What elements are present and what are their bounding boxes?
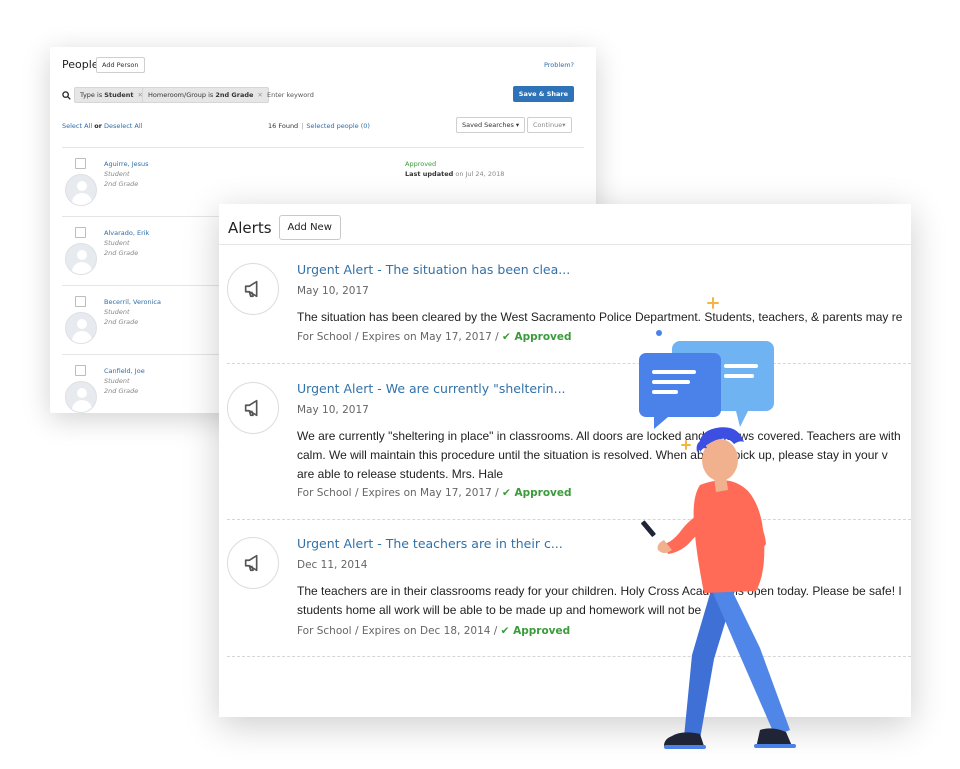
alert-headline[interactable]: Urgent Alert - We are currently "shelter… <box>297 381 566 396</box>
filter-field: Homeroom/Group <box>148 91 206 99</box>
row-checkbox[interactable] <box>75 227 86 238</box>
people-title: People <box>62 58 99 71</box>
megaphone-icon <box>227 537 279 589</box>
filter-value: 2nd Grade <box>215 91 254 99</box>
person-grade: 2nd Grade <box>104 387 139 395</box>
person-grade: 2nd Grade <box>104 180 139 188</box>
row-checkbox[interactable] <box>75 365 86 376</box>
approved-status: ✔ Approved <box>502 487 572 499</box>
results-count: 16 Found | Selected people (0) <box>268 122 370 130</box>
avatar <box>65 174 97 206</box>
avatar <box>65 312 97 344</box>
person-grade: 2nd Grade <box>104 318 139 326</box>
filter-chip-homeroom[interactable]: Homeroom/Group is 2nd Grade ✕ <box>142 87 269 103</box>
filter-value: Student <box>104 91 134 99</box>
deselect-all-link[interactable]: Deselect All <box>104 122 142 130</box>
alert-expiry: For School / Expires on May 17, 2017 / <box>297 331 499 343</box>
person-status: Approved <box>405 160 437 168</box>
filter-field: Type <box>80 91 95 99</box>
selection-controls: Select All or Deselect All <box>62 122 142 130</box>
person-name[interactable]: Becerril, Veronica <box>104 298 161 306</box>
keyword-input[interactable]: Enter keyword <box>267 91 314 99</box>
alert-body: We are currently "sheltering in place" i… <box>297 429 901 481</box>
person-name[interactable]: Alvarado, Erik <box>104 229 149 237</box>
alerts-panel: Alerts Add New Urgent Alert - The situat… <box>219 204 911 717</box>
person-role: Student <box>104 170 130 178</box>
updated-date: on Jul 24, 2018 <box>455 170 505 178</box>
row-checkbox[interactable] <box>75 296 86 307</box>
alert-date: May 10, 2017 <box>297 285 369 297</box>
filter-op: is <box>208 91 214 99</box>
avatar <box>65 243 97 275</box>
add-person-button[interactable]: Add Person <box>96 57 145 73</box>
person-name[interactable]: Canfield, Joe <box>104 367 145 375</box>
person-role: Student <box>104 377 130 385</box>
saved-searches-dropdown[interactable]: Saved Searches ▾ <box>456 117 526 133</box>
found-count: 16 Found <box>268 122 299 130</box>
save-share-button[interactable]: Save & Share <box>512 86 574 102</box>
alert-meta: For School / Expires on Dec 18, 2014 / ✔… <box>297 625 570 637</box>
alerts-header: Alerts Add New <box>228 215 341 240</box>
alert-item[interactable]: Urgent Alert - The teachers are in their… <box>219 527 911 657</box>
person-grade: 2nd Grade <box>104 249 139 257</box>
filter-op: is <box>97 91 103 99</box>
alert-headline[interactable]: Urgent Alert - The situation has been cl… <box>297 262 570 277</box>
alert-body: The situation has been cleared by the We… <box>297 310 903 324</box>
row-checkbox[interactable] <box>75 158 86 169</box>
continue-dropdown[interactable]: Continue▾ <box>527 117 572 133</box>
filter-chip-type[interactable]: Type is Student ✕ <box>74 87 149 103</box>
problem-link[interactable]: Problem? <box>544 61 574 69</box>
search-icon <box>62 91 71 100</box>
remove-filter-icon[interactable]: ✕ <box>257 91 262 99</box>
selected-people-link[interactable]: Selected people (0) <box>306 122 370 130</box>
alert-item[interactable]: Urgent Alert - The situation has been cl… <box>219 253 911 364</box>
header-divider <box>219 244 911 245</box>
alert-meta: For School / Expires on May 17, 2017 / ✔… <box>297 331 572 343</box>
alert-expiry: For School / Expires on Dec 18, 2014 / <box>297 625 498 637</box>
select-all-link[interactable]: Select All <box>62 122 92 130</box>
megaphone-icon <box>227 263 279 315</box>
updated-label: Last updated <box>405 170 454 178</box>
or-text: or <box>94 122 102 130</box>
megaphone-icon <box>227 382 279 434</box>
alerts-title: Alerts <box>228 218 272 237</box>
alert-body: The teachers are in their classrooms rea… <box>297 584 902 617</box>
last-updated: Last updated on Jul 24, 2018 <box>405 170 504 178</box>
person-role: Student <box>104 239 130 247</box>
alert-meta: For School / Expires on May 17, 2017 / ✔… <box>297 487 572 499</box>
person-name[interactable]: Aguirre, Jesus <box>104 160 149 168</box>
alert-date: May 10, 2017 <box>297 404 369 416</box>
approved-status: ✔ Approved <box>500 625 571 637</box>
add-new-button[interactable]: Add New <box>278 215 341 240</box>
approved-status: ✔ Approved <box>502 331 572 343</box>
alert-date: Dec 11, 2014 <box>297 559 368 571</box>
avatar <box>65 381 97 413</box>
alert-headline[interactable]: Urgent Alert - The teachers are in their… <box>297 536 563 551</box>
alert-expiry: For School / Expires on May 17, 2017 / <box>297 487 499 499</box>
person-role: Student <box>104 308 130 316</box>
alert-item[interactable]: Urgent Alert - We are currently "shelter… <box>219 372 911 520</box>
